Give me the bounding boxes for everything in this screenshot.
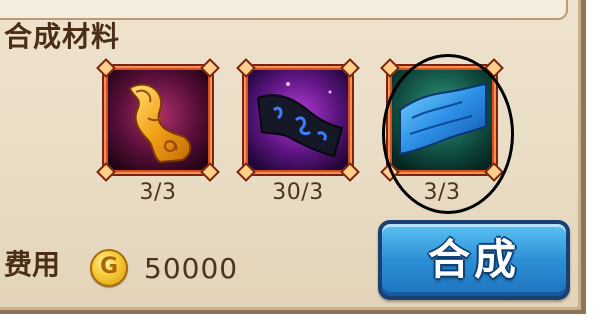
golden-scroll-icon [108, 70, 208, 170]
section-title: 合成材料 [4, 20, 121, 53]
synthesize-button-label: 合成 [427, 235, 520, 284]
cost-label: 费用 [4, 248, 61, 281]
material-count-1: 3/3 [139, 180, 177, 205]
dark-rune-cloth-icon [248, 70, 348, 170]
synthesis-panel: 合成材料 3/3 30/3 3/3 费用 G 50000 合成 [0, 0, 586, 314]
synthesize-button[interactable]: 合成 [378, 220, 570, 300]
cost-value: 50000 [144, 252, 239, 285]
material-slot-1[interactable] [96, 58, 220, 182]
top-frame [0, 0, 568, 20]
blue-cloth-icon [392, 70, 492, 170]
material-count-2: 30/3 [272, 180, 324, 205]
material-slot-3[interactable] [380, 58, 504, 182]
material-count-3: 3/3 [423, 180, 461, 205]
material-slot-2[interactable] [236, 58, 360, 182]
gold-coin-icon: G [90, 249, 128, 287]
